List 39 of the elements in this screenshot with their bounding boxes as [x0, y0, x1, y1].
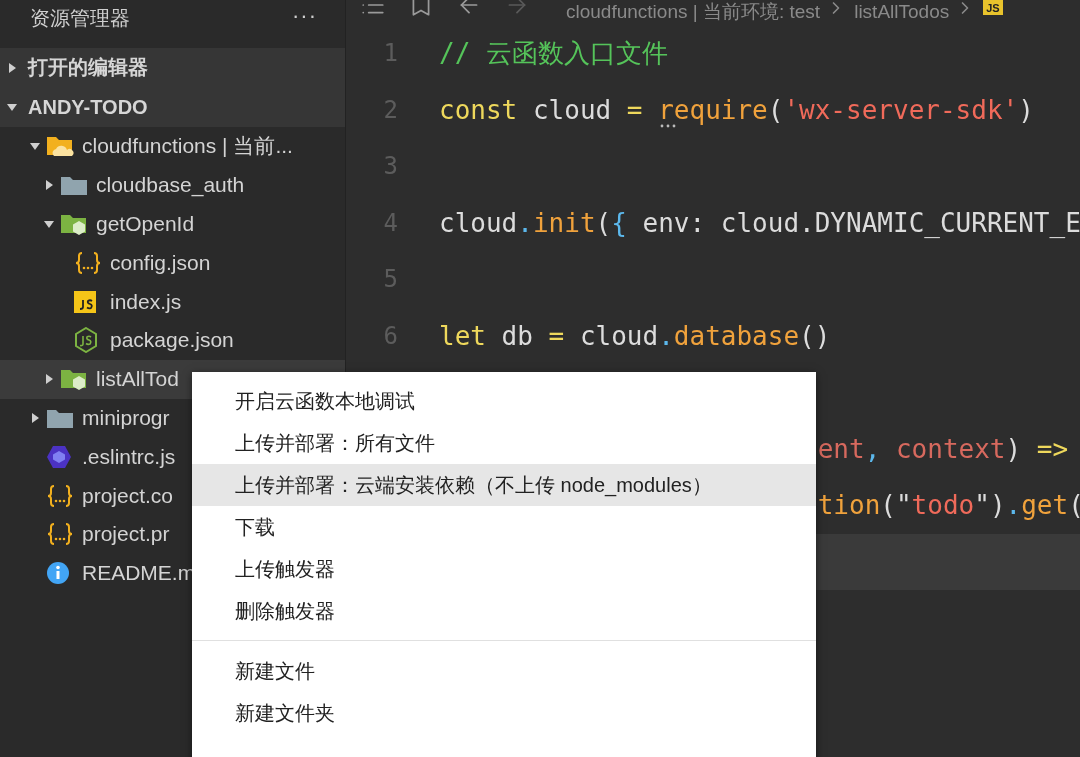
js-badge: JS — [983, 0, 1003, 15]
tree-item[interactable]: cloudbase_auth — [0, 165, 345, 205]
code-line: ent, context) => — [817, 433, 1069, 464]
menu-item[interactable]: 删除触发器 — [192, 590, 816, 632]
menu-item[interactable]: 上传触发器 — [192, 548, 816, 590]
menu-item[interactable]: 上传并部署：云端安装依赖（不上传 node_modules） — [192, 464, 816, 506]
code-line: const cloud = require('wx-server-sdk') — [439, 94, 1034, 125]
braces-icon — [46, 483, 74, 508]
tree-item[interactable]: getOpenId — [0, 204, 345, 244]
braces-icon — [46, 522, 74, 547]
code-line: let db = cloud.database() — [439, 320, 831, 351]
tree-item[interactable]: index.js — [0, 282, 345, 321]
breadcrumb-item[interactable]: listAllTodos — [854, 0, 950, 23]
code-line: // 云函数入口文件 — [439, 36, 668, 70]
section-header[interactable]: ANDY-TODO — [0, 87, 345, 127]
node-icon — [74, 327, 98, 354]
folder-icon — [60, 174, 88, 197]
section-title: 打开的编辑器 — [28, 55, 148, 81]
js-icon — [74, 290, 96, 313]
menu-item[interactable]: 新建文件夹 — [192, 692, 816, 734]
tree-item[interactable]: config.json — [0, 243, 345, 283]
more-button[interactable]: ··· — [292, 4, 317, 28]
menu-item[interactable]: 下载 — [192, 506, 816, 548]
braces-icon — [74, 250, 102, 275]
menu-item[interactable]: 新建文件 — [192, 650, 816, 692]
tree-item[interactable]: package.json — [0, 321, 345, 360]
panel-title: 资源管理器 — [30, 6, 130, 31]
menu-item[interactable]: 上传并部署：所有文件 — [192, 422, 816, 464]
hexagon-folder-icon — [60, 368, 88, 391]
section-header[interactable]: 打开的编辑器 — [0, 48, 345, 88]
tree-item[interactable]: cloudfunctions | 当前... — [0, 127, 345, 166]
cloud-folder-icon — [46, 135, 74, 158]
info-icon — [46, 561, 70, 586]
code-line: cloud.init({ env: cloud.DYNAMIC_CURRENT_E — [439, 207, 1080, 238]
hexagon-icon — [46, 444, 72, 469]
section-title: ANDY-TODO — [28, 95, 148, 119]
hexagon-folder-icon — [60, 213, 88, 235]
breadcrumb-item[interactable]: cloudfunctions | 当前环境: test — [566, 0, 821, 23]
code-line: tion("todo").get( — [817, 490, 1080, 521]
